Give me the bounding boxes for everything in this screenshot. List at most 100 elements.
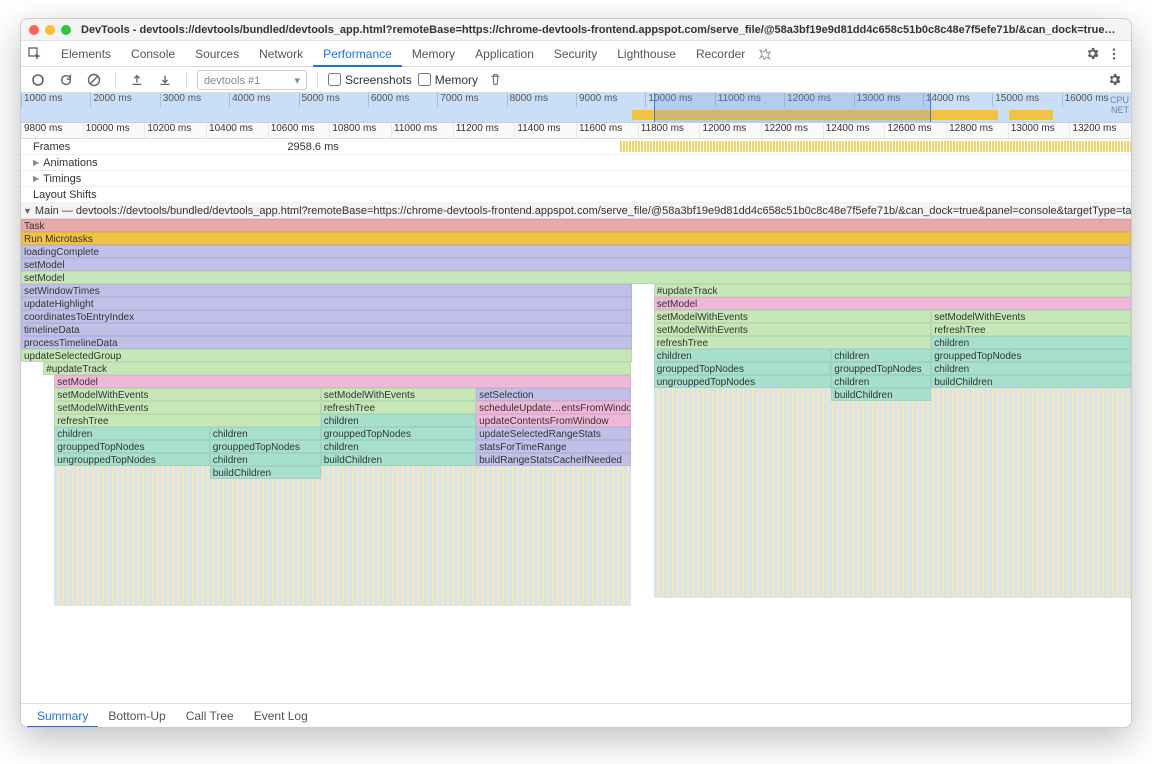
- overview-tick: 1000 ms: [21, 93, 90, 107]
- layout-shifts-track[interactable]: Layout Shifts: [21, 187, 1131, 203]
- flame-entry[interactable]: children: [931, 336, 1131, 349]
- flame-entry[interactable]: setModel: [54, 375, 631, 388]
- flame-entry[interactable]: buildChildren: [931, 375, 1131, 388]
- overview-tick: 14000 ms: [923, 93, 992, 107]
- flame-entry[interactable]: setModel: [21, 271, 1131, 284]
- reload-icon[interactable]: [55, 69, 77, 91]
- timeline-overview[interactable]: 1000 ms2000 ms3000 ms4000 ms5000 ms6000 …: [21, 93, 1131, 123]
- flame-entry[interactable]: setModelWithEvents: [321, 388, 476, 401]
- flame-entry[interactable]: children: [321, 440, 476, 453]
- flame-chart[interactable]: TaskRun MicrotasksloadingCompletesetMode…: [21, 219, 1131, 703]
- tab-lighthouse[interactable]: Lighthouse: [607, 41, 686, 67]
- flame-entry[interactable]: grouppedTopNodes: [654, 362, 832, 375]
- tab-elements[interactable]: Elements: [51, 41, 121, 67]
- detail-tabs: SummaryBottom-UpCall TreeEvent Log: [21, 703, 1131, 727]
- clear-icon[interactable]: [83, 69, 105, 91]
- more-icon[interactable]: [1103, 43, 1125, 65]
- tab-recorder[interactable]: Recorder: [686, 41, 755, 67]
- tab-security[interactable]: Security: [544, 41, 607, 67]
- tab-application[interactable]: Application: [465, 41, 544, 67]
- tab-memory[interactable]: Memory: [402, 41, 465, 67]
- flame-entry[interactable]: loadingComplete: [21, 245, 1131, 258]
- flame-entry[interactable]: refreshTree: [931, 323, 1131, 336]
- flame-entry[interactable]: children: [210, 427, 321, 440]
- tab-console[interactable]: Console: [121, 41, 185, 67]
- zoom-icon[interactable]: [61, 25, 71, 35]
- flame-entry[interactable]: children: [321, 414, 476, 427]
- flame-entry[interactable]: refreshTree: [54, 414, 320, 427]
- flame-entry[interactable]: buildRangeStatsCacheIfNeeded: [476, 453, 631, 466]
- tab-network[interactable]: Network: [249, 41, 313, 67]
- tab-sources[interactable]: Sources: [185, 41, 249, 67]
- flame-entry[interactable]: ungrouppedTopNodes: [654, 375, 832, 388]
- flame-entry[interactable]: coordinatesToEntryIndex: [21, 310, 632, 323]
- flame-entry[interactable]: Task: [21, 219, 1131, 232]
- flame-entry[interactable]: children: [54, 427, 209, 440]
- close-icon[interactable]: [29, 25, 39, 35]
- flame-entry[interactable]: setModelWithEvents: [931, 310, 1131, 323]
- animations-track[interactable]: ▶Animations: [21, 155, 1131, 171]
- flame-entry[interactable]: timelineData: [21, 323, 632, 336]
- flame-entry[interactable]: children: [654, 349, 832, 362]
- flame-entry[interactable]: refreshTree: [654, 336, 932, 349]
- flame-entry[interactable]: setWindowTimes: [21, 284, 632, 297]
- settings-icon[interactable]: [1081, 43, 1103, 65]
- flame-entry[interactable]: ungrouppedTopNodes: [54, 453, 209, 466]
- flame-entry[interactable]: grouppedTopNodes: [831, 362, 931, 375]
- memory-checkbox[interactable]: Memory: [418, 73, 478, 87]
- flame-entry[interactable]: children: [210, 453, 321, 466]
- flame-entry[interactable]: setModel: [654, 297, 1131, 310]
- timeline-ruler[interactable]: 9800 ms10000 ms10200 ms10400 ms10600 ms1…: [21, 123, 1131, 139]
- flame-entry[interactable]: Run Microtasks: [21, 232, 1131, 245]
- flame-entry[interactable]: setSelection: [476, 388, 631, 401]
- detail-tab-call-tree[interactable]: Call Tree: [176, 704, 244, 728]
- flame-entry[interactable]: setModelWithEvents: [654, 323, 932, 336]
- flame-entry[interactable]: updateSelectedRangeStats: [476, 427, 631, 440]
- flame-entry[interactable]: children: [831, 349, 931, 362]
- flame-entry[interactable]: children: [831, 375, 931, 388]
- flame-entry[interactable]: buildChildren: [321, 453, 476, 466]
- flame-entry[interactable]: children: [931, 362, 1131, 375]
- overview-tick: 9000 ms: [576, 93, 645, 107]
- capture-settings-icon[interactable]: [1103, 69, 1125, 91]
- ruler-tick: 11600 ms: [576, 123, 638, 138]
- record-icon[interactable]: [27, 69, 49, 91]
- flame-entry[interactable]: refreshTree: [321, 401, 476, 414]
- profile-select[interactable]: devtools #1: [197, 70, 307, 90]
- flame-entry[interactable]: setModel: [21, 258, 1131, 271]
- flame-entry[interactable]: grouppedTopNodes: [321, 427, 476, 440]
- flame-entry[interactable]: processTimelineData: [21, 336, 632, 349]
- disclosure-icon[interactable]: ▶: [33, 174, 39, 183]
- flame-entry[interactable]: setModelWithEvents: [54, 401, 320, 414]
- flame-entry[interactable]: updateSelectedGroup: [21, 349, 632, 362]
- detail-tab-bottom-up[interactable]: Bottom-Up: [98, 704, 175, 728]
- flame-entry[interactable]: setModelWithEvents: [654, 310, 932, 323]
- minimize-icon[interactable]: [45, 25, 55, 35]
- disclosure-icon[interactable]: ▶: [33, 158, 39, 167]
- flame-entry[interactable]: grouppedTopNodes: [931, 349, 1131, 362]
- timings-track[interactable]: ▶Timings: [21, 171, 1131, 187]
- tab-performance[interactable]: Performance: [313, 41, 402, 67]
- flame-entry[interactable]: grouppedTopNodes: [54, 440, 209, 453]
- flame-entry[interactable]: grouppedTopNodes: [210, 440, 321, 453]
- flame-entry[interactable]: buildChildren: [831, 388, 931, 401]
- flame-entry[interactable]: scheduleUpdate…entsFromWindow: [476, 401, 631, 414]
- flame-entry[interactable]: #updateTrack: [43, 362, 631, 375]
- screenshots-checkbox[interactable]: Screenshots: [328, 73, 412, 87]
- main-thread-header[interactable]: ▼Main — devtools://devtools/bundled/devt…: [21, 203, 1131, 219]
- trash-icon[interactable]: [484, 69, 506, 91]
- upload-icon[interactable]: [126, 69, 148, 91]
- flame-entry[interactable]: updateContentsFromWindow: [476, 414, 631, 427]
- disclosure-icon[interactable]: ▼: [23, 206, 32, 216]
- detail-tab-event-log[interactable]: Event Log: [244, 704, 318, 728]
- ruler-tick: 11800 ms: [638, 123, 700, 138]
- flame-entry[interactable]: setModelWithEvents: [54, 388, 320, 401]
- flame-entry[interactable]: buildChildren: [210, 466, 321, 479]
- inspect-icon[interactable]: [27, 46, 43, 62]
- detail-tab-summary[interactable]: Summary: [27, 704, 98, 728]
- frames-track[interactable]: Frames 2958.6 ms: [21, 139, 1131, 155]
- flame-entry[interactable]: #updateTrack: [654, 284, 1131, 297]
- flame-entry[interactable]: updateHighlight: [21, 297, 632, 310]
- flame-entry[interactable]: statsForTimeRange: [476, 440, 631, 453]
- download-icon[interactable]: [154, 69, 176, 91]
